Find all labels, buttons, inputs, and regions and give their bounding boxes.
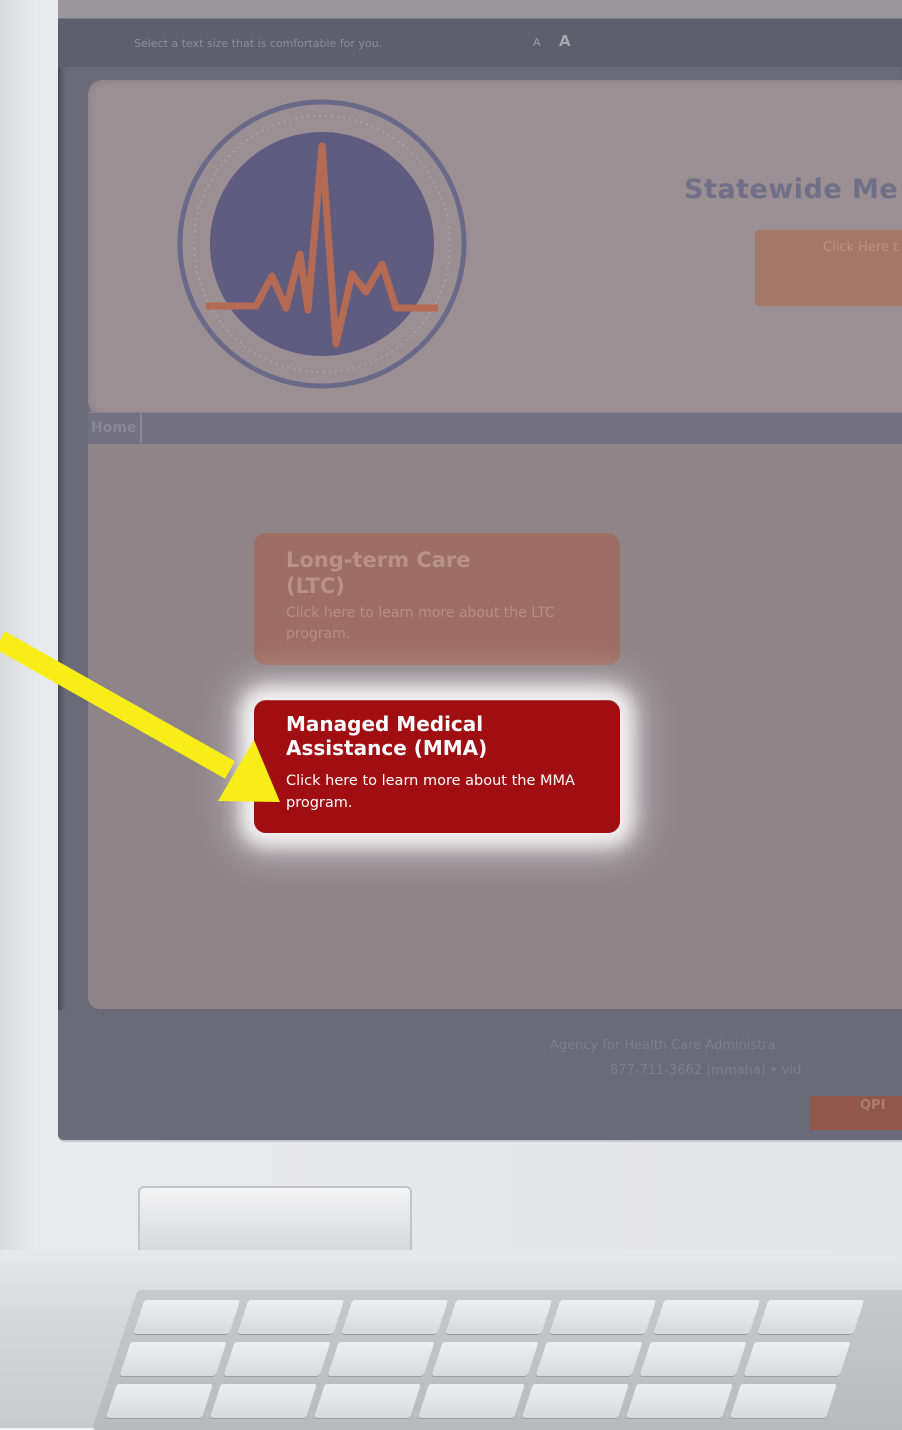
text-size-bar: Select a text size that is comfortable f… [58,18,902,67]
header-button-line1: Click Here t [823,240,899,255]
footer-contact-text: 877-711-3662 (mmaha) • vid [610,1063,802,1078]
site-header: Statewide Me Click Here t fo [88,80,902,416]
mma-title: Managed Medical Assistance (MMA) [286,712,488,760]
text-size-small-button[interactable]: A [533,36,541,49]
mma-description: Click here to learn more about the MMA p… [286,773,575,811]
text-size-large-button[interactable]: A [559,32,571,50]
heartbeat-logo-icon [177,99,467,389]
footer-agency-text: Agency for Health Care Administra [550,1038,776,1053]
site-footer: Agency for Health Care Administra 877-71… [58,1010,902,1140]
keyboard-row [105,1384,837,1418]
footer-badge-label: QPI [860,1098,886,1113]
keyboard-row [119,1342,851,1376]
keyboard-row [133,1300,865,1334]
browser-top-strip [58,0,902,18]
header-click-here-button[interactable]: Click Here t fo [755,230,902,306]
laptop-screen: Select a text size that is comfortable f… [58,0,902,1140]
ltc-program-button[interactable]: Long-term Care (LTC) Click here to learn… [254,533,620,665]
site-title: Statewide Me [684,174,899,205]
nav-home-link[interactable]: Home [88,413,143,443]
mma-program-button[interactable]: Managed Medical Assistance (MMA) Click h… [254,700,620,833]
laptop-keyboard [92,1290,902,1430]
text-size-message: Select a text size that is comfortable f… [134,37,383,50]
nav-bar: Home [88,412,902,445]
yellow-arrow-icon [0,631,280,802]
ltc-title: Long-term Care (LTC) [286,548,471,598]
laptop-hinge [138,1186,412,1254]
ltc-description: Click here to learn more about the LTC p… [286,605,555,642]
footer-badge[interactable]: QPI [810,1096,902,1130]
